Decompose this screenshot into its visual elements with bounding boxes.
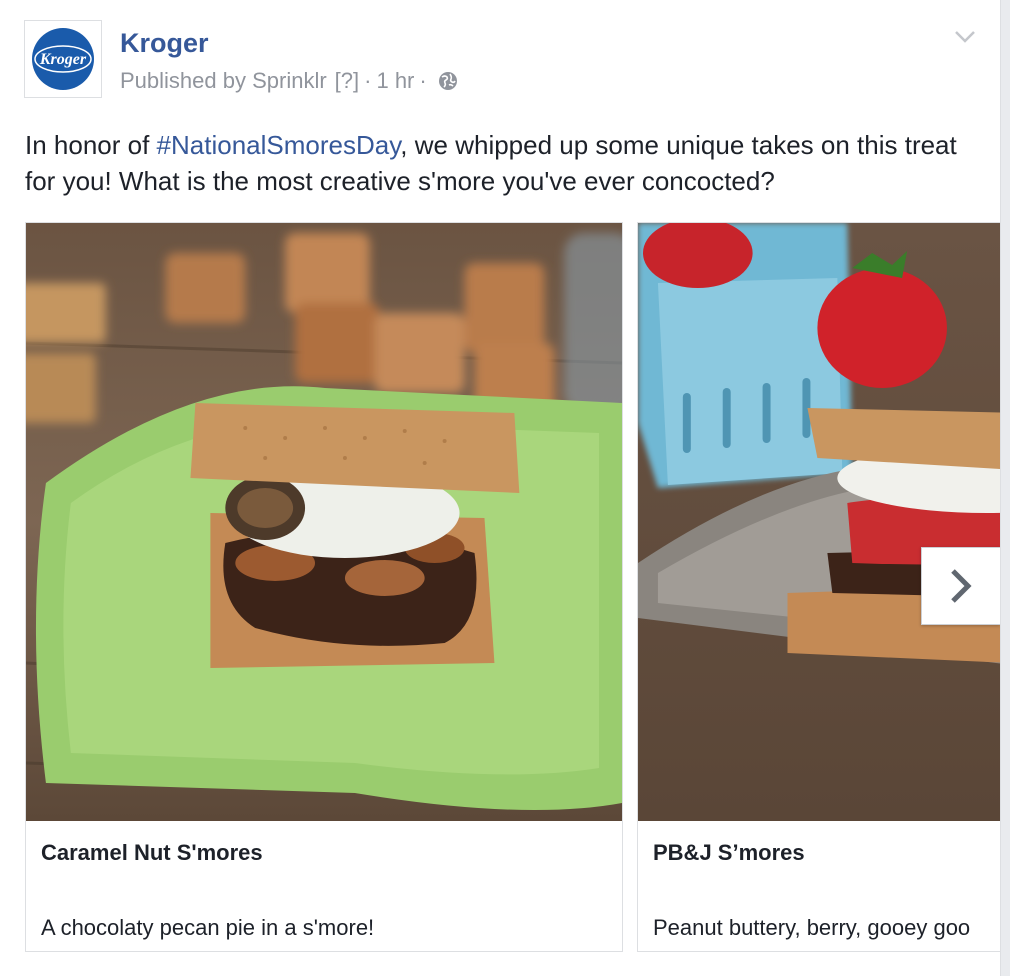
card-description: A chocolaty pecan pie in a s'more!: [41, 915, 375, 940]
logo-wordmark: Kroger: [39, 51, 87, 68]
page-name-link[interactable]: Kroger: [120, 28, 209, 59]
caramel-nut-smores-image[interactable]: [26, 223, 622, 821]
globe-icon[interactable]: [438, 71, 458, 91]
hashtag-link[interactable]: #NationalSmoresDay: [157, 130, 401, 160]
post-meta: Published by Sprinklr [?] · 1 hr ·: [120, 68, 458, 94]
meta-separator: ·: [419, 68, 427, 93]
post-message: In honor of #NationalSmoresDay, we whipp…: [25, 127, 990, 199]
message-text: In honor of: [25, 130, 157, 160]
carousel-card[interactable]: Caramel Nut S'mores A chocolaty pecan pi…: [25, 222, 623, 952]
card-title[interactable]: PB&J S’mores: [653, 840, 805, 866]
feed-post: Kroger Kroger Published by Sprinklr [?] …: [0, 0, 1001, 976]
published-by: Published by Sprinklr: [120, 68, 327, 93]
post-timestamp[interactable]: 1 hr: [376, 68, 414, 94]
pbj-smores-image[interactable]: [638, 223, 1000, 821]
meta-separator: ·: [364, 68, 372, 93]
carousel: Caramel Nut S'mores A chocolaty pecan pi…: [25, 222, 1000, 952]
page-avatar[interactable]: Kroger: [24, 20, 102, 98]
chevron-right-icon: [951, 569, 972, 603]
kroger-logo: Kroger: [32, 28, 94, 90]
help-link[interactable]: [?]: [335, 68, 359, 94]
chevron-down-icon[interactable]: [954, 30, 976, 44]
card-title[interactable]: Caramel Nut S'mores: [41, 840, 263, 866]
card-description: Peanut buttery, berry, gooey goo: [653, 915, 971, 940]
carousel-next-button[interactable]: [921, 547, 1000, 625]
